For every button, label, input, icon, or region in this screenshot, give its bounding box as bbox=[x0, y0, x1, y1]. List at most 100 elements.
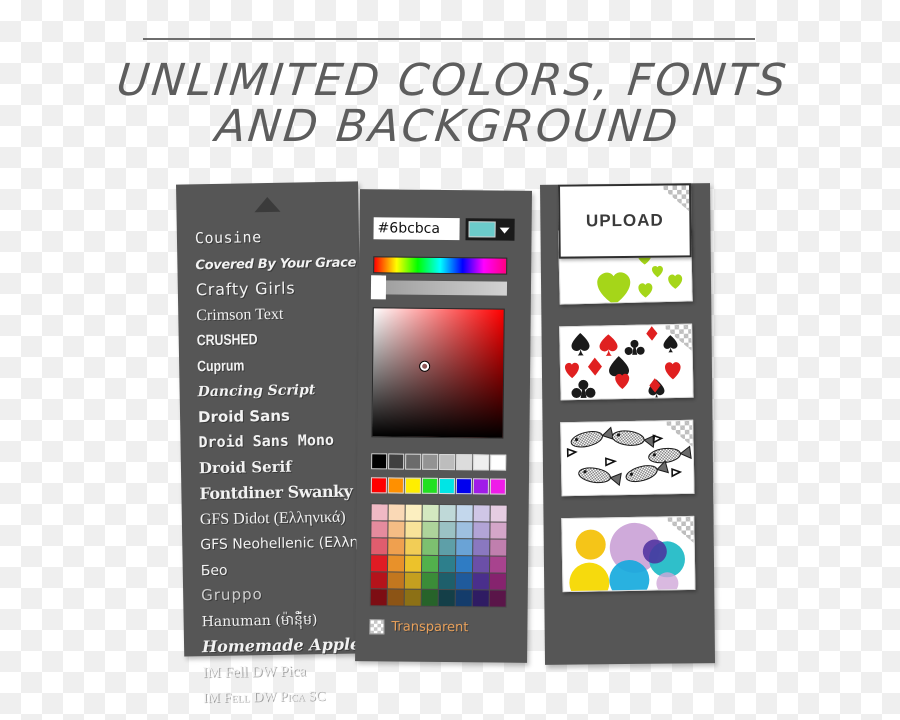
palette-swatch[interactable] bbox=[370, 589, 387, 606]
palette-swatch[interactable] bbox=[405, 521, 422, 538]
grayscale-swatch[interactable] bbox=[439, 453, 456, 471]
palette-swatch[interactable] bbox=[404, 572, 421, 589]
hue-swatch[interactable] bbox=[472, 478, 489, 495]
palette-swatch[interactable] bbox=[490, 505, 507, 522]
palette-swatch[interactable] bbox=[405, 504, 422, 521]
font-list-item[interactable]: IM Fell DW Pica SC bbox=[185, 682, 367, 711]
palette-swatch[interactable] bbox=[455, 556, 473, 573]
grayscale-swatch[interactable] bbox=[388, 453, 405, 470]
palette-swatch[interactable] bbox=[455, 590, 472, 607]
hue-swatch[interactable] bbox=[421, 477, 438, 494]
hue-swatch[interactable] bbox=[404, 477, 421, 494]
hue-swatch[interactable] bbox=[438, 477, 455, 495]
font-list-item[interactable]: IM Fell DW Pica bbox=[184, 657, 366, 686]
palette-swatch[interactable] bbox=[421, 589, 438, 606]
font-list-item[interactable]: Droid Sans bbox=[180, 402, 362, 431]
alpha-slider[interactable] bbox=[372, 280, 508, 296]
palette-swatch[interactable] bbox=[473, 539, 490, 556]
palette-swatch[interactable] bbox=[371, 555, 388, 572]
font-list-item[interactable]: Homemade Apple bbox=[184, 631, 366, 660]
font-list[interactable]: Cousine Covered By Your Grace Crafty Girls… bbox=[177, 223, 367, 711]
upload-button[interactable]: UPLOAD bbox=[558, 183, 692, 259]
saturation-value-field[interactable] bbox=[371, 307, 505, 439]
font-list-item[interactable]: Cuprum bbox=[179, 351, 361, 380]
palette-swatch[interactable] bbox=[422, 555, 439, 572]
font-list-item[interactable]: Droid Serif bbox=[181, 453, 363, 482]
palette-swatch[interactable] bbox=[455, 573, 472, 590]
font-list-item[interactable]: Droid Sans Mono bbox=[180, 427, 362, 456]
grayscale-swatch[interactable] bbox=[456, 454, 473, 471]
font-list-item[interactable]: Fontdiner Swanky bbox=[181, 478, 363, 507]
font-list-item[interactable]: Hanuman (ម៉ាន់ុីម) bbox=[183, 606, 365, 635]
palette-swatch[interactable] bbox=[404, 589, 421, 606]
palette-swatch[interactable] bbox=[388, 555, 405, 572]
palette-swatch[interactable] bbox=[438, 589, 455, 607]
palette-swatch[interactable] bbox=[438, 555, 456, 573]
color-palette-grid[interactable] bbox=[369, 503, 508, 608]
grayscale-swatch[interactable] bbox=[422, 453, 439, 470]
background-thumbnail-fish[interactable] bbox=[560, 419, 695, 497]
palette-swatch[interactable] bbox=[489, 556, 507, 573]
font-list-item[interactable]: Cousine bbox=[177, 223, 359, 252]
saturation-value-cursor[interactable] bbox=[420, 361, 430, 371]
palette-swatch[interactable] bbox=[456, 522, 473, 539]
hex-color-input[interactable] bbox=[373, 217, 460, 241]
palette-swatch[interactable] bbox=[439, 521, 456, 539]
palette-swatch[interactable] bbox=[472, 590, 489, 607]
hue-swatch-row[interactable] bbox=[370, 477, 506, 495]
font-list-item[interactable]: Gruppo bbox=[183, 580, 365, 609]
palette-swatch[interactable] bbox=[438, 572, 455, 590]
palette-swatch[interactable] bbox=[489, 573, 506, 590]
transparent-checkbox[interactable] bbox=[369, 619, 385, 635]
palette-swatch[interactable] bbox=[371, 538, 388, 555]
alpha-slider-handle[interactable] bbox=[370, 275, 387, 300]
hue-swatch[interactable] bbox=[370, 477, 387, 494]
font-list-item[interactable]: Covered By Your Grace bbox=[177, 249, 359, 278]
palette-swatch[interactable] bbox=[439, 504, 456, 522]
palette-swatch[interactable] bbox=[422, 504, 439, 521]
font-list-item[interactable]: Dancing Script bbox=[179, 376, 361, 405]
grayscale-swatch[interactable] bbox=[405, 453, 422, 470]
font-list-item[interactable]: CRUSHED bbox=[179, 325, 361, 354]
hue-swatch[interactable] bbox=[489, 478, 506, 495]
palette-swatch[interactable] bbox=[490, 522, 507, 539]
palette-swatch[interactable] bbox=[472, 573, 489, 590]
hue-swatch[interactable] bbox=[455, 478, 472, 495]
grayscale-swatch[interactable] bbox=[371, 453, 388, 470]
grayscale-swatch[interactable] bbox=[490, 454, 507, 471]
background-thumbnail-circles[interactable] bbox=[561, 515, 696, 593]
palette-swatch[interactable] bbox=[473, 522, 490, 539]
current-color-dropdown[interactable] bbox=[465, 218, 515, 241]
font-list-item[interactable]: GFS Neohellenic (Ελληνικά) bbox=[182, 529, 364, 558]
background-thumbnail-card-suits[interactable] bbox=[559, 323, 694, 401]
transparent-option[interactable]: Transparent bbox=[369, 619, 468, 635]
palette-swatch[interactable] bbox=[388, 521, 405, 538]
palette-swatch[interactable] bbox=[371, 521, 388, 538]
palette-swatch[interactable] bbox=[405, 538, 422, 555]
palette-swatch[interactable] bbox=[387, 589, 404, 606]
palette-swatch[interactable] bbox=[387, 572, 404, 589]
palette-swatch[interactable] bbox=[439, 538, 456, 556]
hue-swatch[interactable] bbox=[387, 477, 404, 494]
palette-swatch[interactable] bbox=[472, 556, 490, 573]
grayscale-swatch-row[interactable] bbox=[371, 453, 507, 471]
caret-down-icon[interactable] bbox=[499, 227, 510, 234]
font-list-item[interactable]: GFS Didot (Ελληνικά) bbox=[182, 504, 364, 533]
palette-swatch[interactable] bbox=[370, 572, 387, 589]
palette-swatch[interactable] bbox=[422, 521, 439, 538]
hue-slider[interactable] bbox=[373, 256, 508, 275]
font-list-item[interactable]: Crimson Text bbox=[178, 300, 360, 329]
palette-swatch[interactable] bbox=[456, 505, 473, 522]
palette-swatch[interactable] bbox=[490, 539, 507, 556]
grayscale-swatch[interactable] bbox=[473, 454, 490, 471]
font-list-item[interactable]: Бео bbox=[183, 555, 365, 584]
palette-swatch[interactable] bbox=[371, 504, 388, 521]
palette-swatch[interactable] bbox=[388, 538, 405, 555]
palette-swatch[interactable] bbox=[473, 505, 490, 522]
font-list-item[interactable]: Crafty Girls bbox=[178, 274, 360, 303]
triangle-up-icon[interactable] bbox=[254, 196, 281, 213]
palette-swatch[interactable] bbox=[421, 572, 438, 589]
palette-swatch[interactable] bbox=[489, 590, 506, 607]
palette-swatch[interactable] bbox=[456, 539, 473, 556]
palette-swatch[interactable] bbox=[388, 504, 405, 521]
